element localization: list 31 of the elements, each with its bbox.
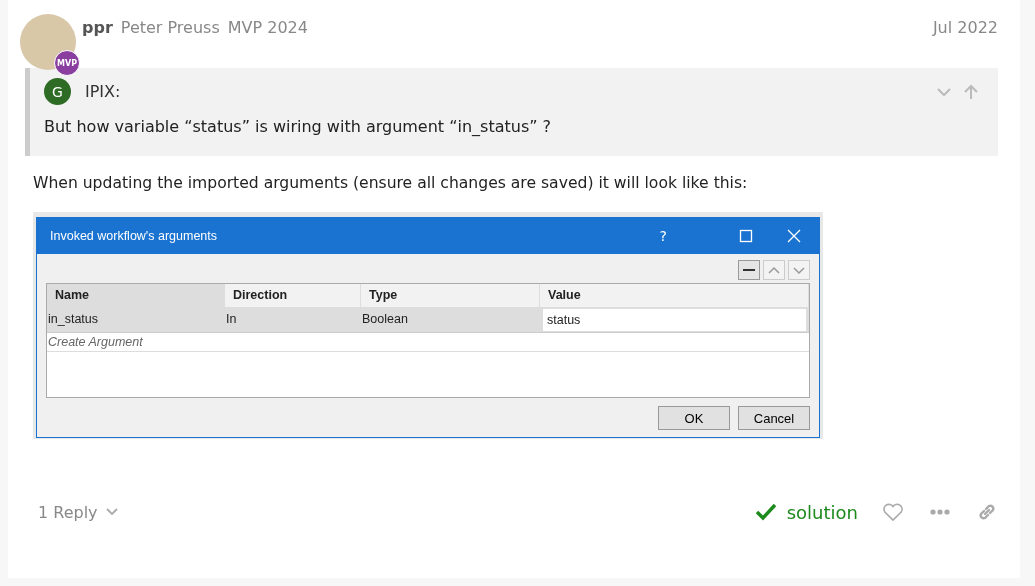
maximize-icon[interactable] [739,229,753,243]
table-cell-text: Boolean [361,311,409,328]
column-header[interactable]: Name [47,284,225,307]
table-cell-text: In [225,311,238,328]
cancel-button[interactable]: Cancel [738,406,810,430]
value-field[interactable]: status [542,308,807,332]
close-icon[interactable] [787,229,801,243]
checkmark-icon [754,503,777,521]
create-argument-row[interactable]: Create Argument [47,333,809,352]
replies-toggle[interactable]: 1 Reply [38,502,755,522]
avatar-circle: G [44,78,71,105]
minus-icon[interactable] [738,260,760,280]
help-button[interactable]: ? [659,228,667,244]
window-title: Invoked workflow's arguments [50,229,219,243]
post-date[interactable]: Jul 2022 [932,18,998,37]
more-options-icon[interactable] [930,509,950,515]
user-title: MVP 2024 [227,18,308,37]
heart-icon[interactable] [882,502,904,522]
arrow-up-icon[interactable] [964,83,978,100]
post-text: When updating the imported arguments (ensure all changes are saved) it will look like this: [33,174,749,192]
quote-text: But how variable “status” is wiring with argument “in_status” ? [44,117,553,136]
chevron-down-icon [105,508,118,516]
quote-author[interactable]: IPIX: [85,82,924,101]
avatar-picture[interactable] [20,14,76,70]
full-name[interactable]: Peter Preuss [120,18,220,37]
ok-button[interactable]: OK [658,406,730,430]
link-icon[interactable] [976,501,998,523]
chevron-down-icon[interactable] [788,260,810,280]
username[interactable]: ppr [82,18,113,37]
solution-button[interactable]: solution [754,501,858,523]
table-cell-text: in_status [47,311,100,328]
